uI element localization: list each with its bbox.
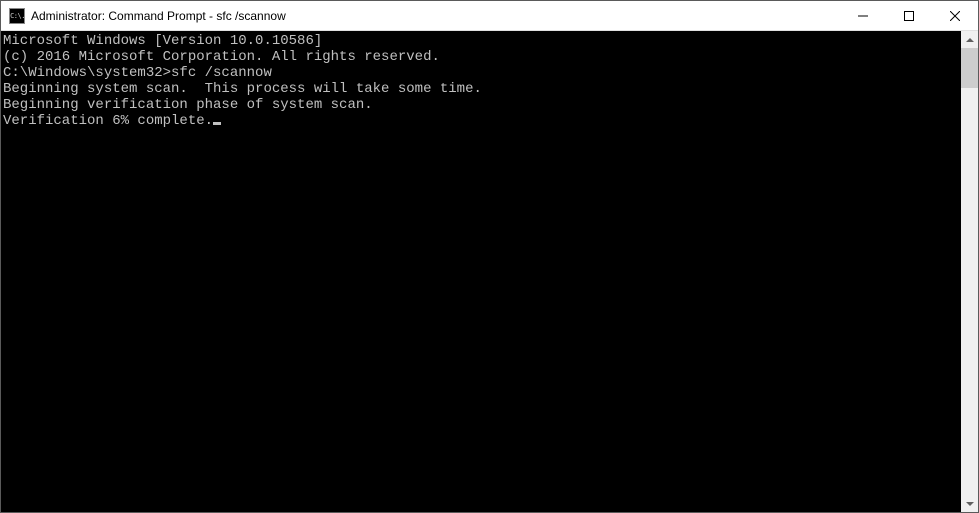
maximize-icon (904, 11, 914, 21)
terminal-line: C:\Windows\system32>sfc /scannow (3, 65, 961, 81)
vertical-scrollbar[interactable] (961, 31, 978, 512)
terminal-line: Verification 6% complete. (3, 113, 961, 129)
close-button[interactable] (932, 1, 978, 30)
scroll-thumb[interactable] (961, 48, 978, 88)
scroll-track[interactable] (961, 48, 978, 495)
maximize-button[interactable] (886, 1, 932, 30)
minimize-icon (858, 11, 868, 21)
window-controls (840, 1, 978, 30)
scroll-up-button[interactable] (961, 31, 978, 48)
close-icon (950, 11, 960, 21)
terminal-line: Beginning verification phase of system s… (3, 97, 961, 113)
window-title: Administrator: Command Prompt - sfc /sca… (31, 9, 840, 23)
terminal-line: Beginning system scan. This process will… (3, 81, 961, 97)
minimize-button[interactable] (840, 1, 886, 30)
app-icon: C:\. (9, 8, 25, 24)
terminal-area: Microsoft Windows [Version 10.0.10586](c… (1, 31, 978, 512)
chevron-down-icon (966, 502, 974, 506)
scroll-down-button[interactable] (961, 495, 978, 512)
cursor (213, 122, 221, 125)
command-prompt-window: C:\. Administrator: Command Prompt - sfc… (0, 0, 979, 513)
terminal-output[interactable]: Microsoft Windows [Version 10.0.10586](c… (1, 31, 961, 512)
titlebar[interactable]: C:\. Administrator: Command Prompt - sfc… (1, 1, 978, 31)
chevron-up-icon (966, 38, 974, 42)
terminal-line: Microsoft Windows [Version 10.0.10586] (3, 33, 961, 49)
terminal-line: (c) 2016 Microsoft Corporation. All righ… (3, 49, 961, 65)
